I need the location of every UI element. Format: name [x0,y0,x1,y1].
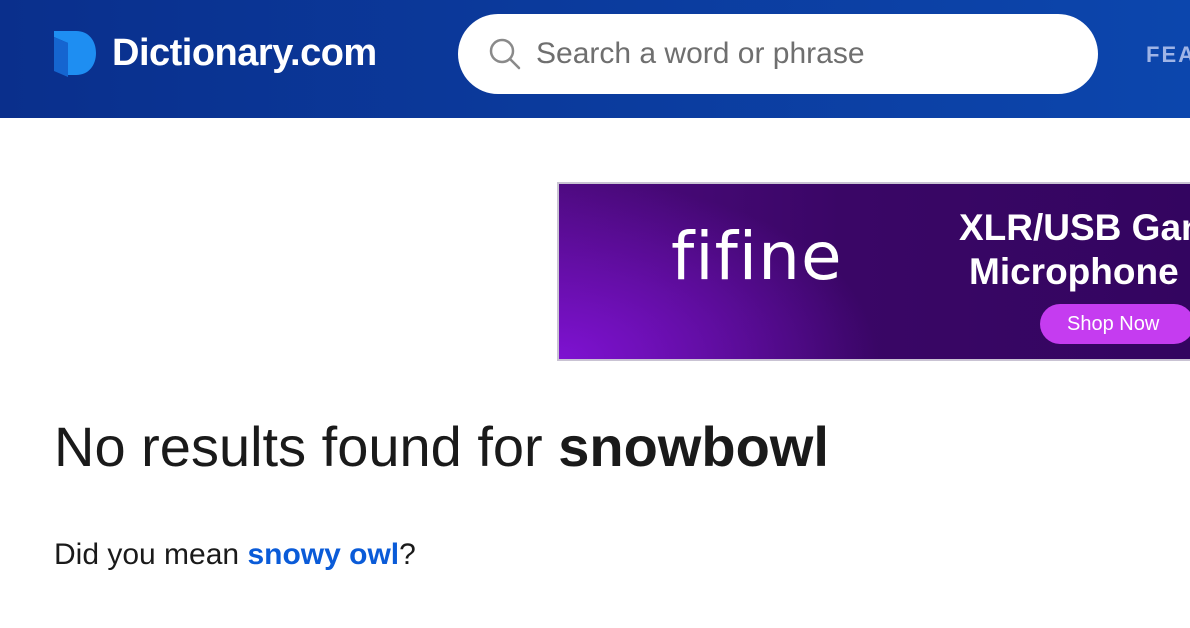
ad-headline-line2: Microphone [969,251,1179,292]
ad-headline: XLR/USB Gan Microphone [959,206,1190,294]
did-you-mean-prefix: Did you mean [54,538,248,571]
no-results-prefix: No results found for [54,415,559,478]
did-you-mean-suffix: ? [399,538,416,571]
site-header: Dictionary.com FEA [0,0,1190,118]
ad-headline-line1: XLR/USB Gan [959,207,1190,248]
advertisement-banner[interactable]: fifine XLR/USB Gan Microphone Shop Now [557,182,1190,361]
dictionary-logo-icon [54,31,96,77]
ad-brand-logo: fifine [671,218,843,295]
search-input[interactable] [536,37,1076,71]
logo-text: Dictionary.com [112,32,377,74]
ad-shop-now-button[interactable]: Shop Now [1040,304,1190,344]
site-logo[interactable]: Dictionary.com [52,28,377,78]
searched-term: snowbowl [558,415,829,478]
suggestion-link[interactable]: snowy owl [247,538,399,571]
nav-link-features[interactable]: FEA [1146,42,1190,68]
did-you-mean: Did you mean snowy owl? [54,535,416,575]
no-results-heading: No results found for snowbowl [54,414,829,480]
search-bar[interactable] [458,14,1098,94]
search-icon[interactable] [488,37,522,71]
